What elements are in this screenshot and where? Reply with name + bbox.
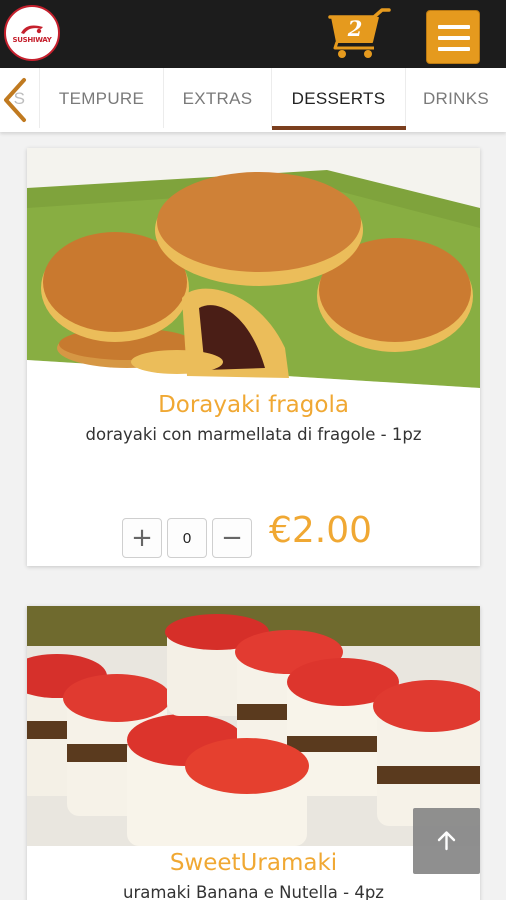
hamburger-menu-button[interactable] xyxy=(426,10,480,64)
cart-count-badge: 2 xyxy=(347,16,363,41)
menu-line-icon xyxy=(438,25,470,29)
arrow-up-icon xyxy=(437,831,456,851)
product-card: Dorayaki fragola dorayaki con marmellata… xyxy=(27,148,480,566)
product-description: dorayaki con marmellata di fragole - 1pz xyxy=(85,425,422,444)
product-description: uramaki Banana e Nutella - 4pz xyxy=(123,883,384,900)
menu-line-icon xyxy=(438,47,470,51)
cart-button[interactable]: 2 xyxy=(326,8,392,60)
tab-tempure[interactable]: TEMPURE xyxy=(40,68,164,128)
tab-desserts[interactable]: DESSERTS xyxy=(272,68,406,128)
decrease-quantity-button[interactable]: − xyxy=(212,518,252,558)
logo-text: SUSHIWAY xyxy=(12,35,52,44)
logo-mark-icon xyxy=(21,24,43,34)
top-bar: SUSHIWAY 2 xyxy=(0,0,506,68)
scroll-to-top-button[interactable] xyxy=(413,808,480,874)
product-price: €2.00 xyxy=(269,510,373,551)
quantity-field[interactable]: 0 xyxy=(167,518,207,558)
increase-quantity-button[interactable]: + xyxy=(122,518,162,558)
chevron-left-icon[interactable] xyxy=(0,68,30,132)
tab-drinks[interactable]: DRINKS xyxy=(406,68,506,128)
product-image-dorayaki xyxy=(27,148,480,388)
plus-icon: + xyxy=(131,523,153,553)
menu-line-icon xyxy=(438,36,470,40)
sushiway-logo[interactable]: SUSHIWAY xyxy=(4,5,60,61)
category-tab-bar: S TEMPURE EXTRAS DESSERTS DRINKS xyxy=(0,68,506,132)
product-title: Dorayaki fragola xyxy=(158,392,349,418)
minus-icon: − xyxy=(221,523,243,553)
quantity-stepper: + 0 − xyxy=(122,518,252,558)
tab-extras[interactable]: EXTRAS xyxy=(164,68,272,128)
active-tab-indicator xyxy=(272,126,406,130)
